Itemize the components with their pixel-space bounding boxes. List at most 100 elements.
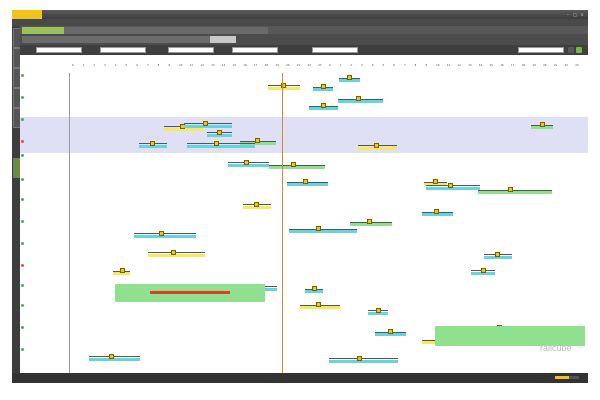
event-marker-icon[interactable] — [433, 209, 439, 215]
event-marker-icon[interactable] — [244, 159, 250, 165]
schedule-bar[interactable] — [478, 191, 552, 195]
menu-item-2[interactable] — [46, 20, 50, 25]
timeline-hour: 15 — [232, 64, 236, 67]
event-marker-icon[interactable] — [291, 162, 297, 168]
close-icon[interactable]: × — [579, 12, 585, 17]
timeline-hour: 10 — [436, 64, 440, 67]
menu-item-1[interactable] — [28, 20, 32, 25]
menu-item-3[interactable] — [64, 20, 68, 25]
view-tab-5[interactable] — [210, 36, 236, 43]
row-label — [20, 73, 70, 95]
schedule-bar[interactable] — [147, 253, 205, 257]
event-marker-icon[interactable] — [203, 120, 209, 126]
schedule-row[interactable] — [20, 283, 588, 304]
event-marker-icon[interactable] — [254, 201, 260, 207]
schedule-bar[interactable] — [133, 234, 197, 238]
event-marker-icon[interactable] — [312, 286, 318, 292]
schedule-row[interactable] — [20, 347, 588, 373]
schedule-row[interactable] — [20, 73, 588, 96]
search-input[interactable] — [518, 47, 564, 53]
schedule-bar[interactable] — [426, 186, 480, 190]
row-label — [20, 153, 70, 177]
timeline-hour: 14 — [478, 64, 483, 67]
schedule-bar[interactable] — [328, 359, 399, 363]
timeline-hour: 11 — [189, 64, 194, 67]
doc-tab-3[interactable] — [112, 27, 180, 34]
schedule-row[interactable] — [20, 241, 588, 264]
event-marker-icon[interactable] — [480, 267, 486, 273]
event-marker-icon[interactable] — [447, 182, 453, 188]
event-marker-icon[interactable] — [150, 140, 156, 146]
doc-tab-4[interactable] — [176, 27, 226, 34]
schedule-row[interactable] — [20, 153, 588, 178]
view-tab-1[interactable] — [22, 36, 44, 43]
schedule-bar[interactable] — [187, 144, 256, 148]
refresh-icon[interactable] — [576, 47, 582, 53]
event-marker-icon[interactable] — [109, 353, 115, 359]
schedule-row[interactable] — [20, 197, 588, 220]
event-marker-icon[interactable] — [495, 251, 501, 257]
event-marker-icon[interactable] — [316, 226, 322, 232]
maximize-icon[interactable]: □ — [572, 12, 578, 17]
event-marker-icon[interactable] — [539, 122, 545, 128]
event-marker-icon[interactable] — [347, 75, 353, 81]
connector-line — [478, 189, 552, 191]
minimize-icon[interactable]: – — [565, 12, 571, 17]
timeline-hour: 16 — [500, 64, 504, 67]
event-marker-icon[interactable] — [315, 302, 321, 308]
schedule-row[interactable] — [20, 177, 588, 198]
event-marker-icon[interactable] — [214, 140, 220, 146]
view-tab-4[interactable] — [124, 36, 212, 43]
event-marker-icon[interactable] — [507, 187, 513, 193]
schedule-row[interactable] — [20, 117, 588, 140]
filter-input-2[interactable] — [100, 47, 146, 53]
event-marker-icon[interactable] — [433, 179, 439, 185]
doc-tab-1[interactable] — [22, 27, 68, 34]
event-marker-icon[interactable] — [356, 96, 362, 102]
event-marker-icon[interactable] — [119, 268, 125, 274]
app-logo[interactable] — [12, 10, 42, 19]
timeline-hour: 2 — [93, 64, 96, 67]
event-marker-icon[interactable] — [170, 249, 176, 255]
event-marker-icon[interactable] — [374, 142, 380, 148]
event-marker-icon[interactable] — [320, 84, 326, 90]
doc-tab-5[interactable] — [222, 27, 268, 34]
doc-tab-2[interactable] — [64, 27, 116, 34]
filter-input-1[interactable] — [36, 47, 82, 53]
event-marker-icon[interactable] — [158, 230, 164, 236]
menu-item-4[interactable] — [82, 20, 86, 25]
row-label — [20, 283, 70, 303]
title-bar: – □ × — [12, 10, 588, 19]
timeline-hour: 11 — [446, 64, 451, 67]
conflict-bar[interactable] — [150, 291, 230, 294]
schedule-bar[interactable] — [289, 230, 357, 234]
event-marker-icon[interactable] — [387, 329, 393, 335]
event-marker-icon[interactable] — [217, 129, 223, 135]
schedule-bar[interactable] — [268, 166, 325, 170]
event-marker-icon[interactable] — [303, 179, 309, 185]
event-marker-icon[interactable] — [254, 138, 260, 144]
schedule-row[interactable] — [20, 95, 588, 118]
schedule-row[interactable] — [20, 302, 588, 326]
filter-input-5[interactable] — [312, 47, 358, 53]
event-marker-icon[interactable] — [376, 307, 382, 313]
settings-icon[interactable] — [568, 47, 574, 53]
event-marker-icon[interactable] — [320, 103, 326, 109]
schedule-row[interactable] — [20, 219, 588, 242]
filter-input-3[interactable] — [168, 47, 214, 53]
event-marker-icon[interactable] — [366, 219, 372, 225]
schedule-bar[interactable] — [88, 357, 140, 361]
schedule-row[interactable] — [20, 324, 588, 348]
schedule-row[interactable] — [20, 263, 588, 284]
filter-input-4[interactable] — [232, 47, 278, 53]
row-label — [20, 197, 70, 219]
connector-line — [88, 356, 140, 357]
filter-bar — [20, 45, 588, 55]
view-tab-3[interactable] — [102, 36, 126, 43]
connector-line — [268, 164, 325, 166]
timeline-hour: 7 — [146, 64, 149, 67]
connector-line — [289, 228, 357, 230]
schedule-row[interactable] — [20, 138, 588, 154]
view-tab-2[interactable] — [42, 36, 104, 43]
event-marker-icon[interactable] — [356, 355, 362, 361]
